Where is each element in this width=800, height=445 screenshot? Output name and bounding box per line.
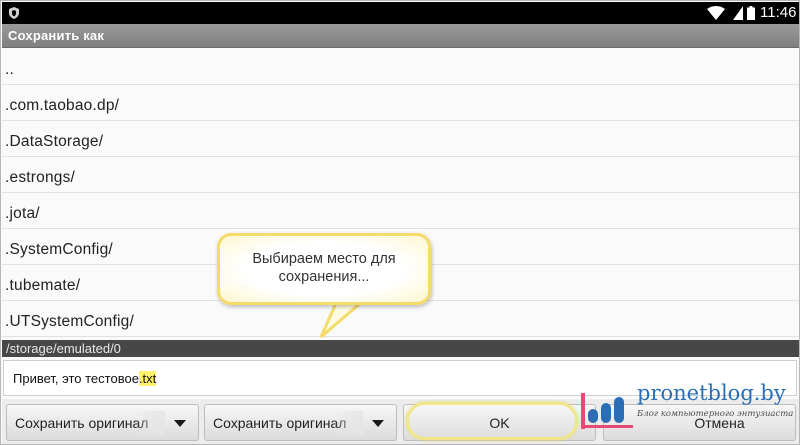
wifi-icon <box>707 6 725 20</box>
watermark-site-name: pronetblog.by <box>637 381 786 405</box>
list-item-label: .com.taobao.dp/ <box>5 97 120 114</box>
list-item-folder[interactable]: .com.taobao.dp/ <box>2 85 799 121</box>
current-path: /storage/emulated/0 <box>6 341 121 356</box>
shield-icon <box>9 7 19 19</box>
callout-line-1: Выбираем место для <box>252 251 396 267</box>
filename-base: Привет, это тестовое <box>13 371 139 386</box>
list-item-label: .tubemate/ <box>5 277 81 294</box>
save-original-dropdown-2[interactable]: Сохранить оригинал <box>204 404 397 441</box>
filename-extension: .txt <box>138 371 157 386</box>
site-watermark: pronetblog.by Блог компьютерного энтузиа… <box>579 381 799 444</box>
battery-icon <box>747 6 755 20</box>
save-original-dropdown-1[interactable]: Сохранить оригинал <box>6 404 199 441</box>
list-item-label: .jota/ <box>5 205 40 222</box>
list-item-folder[interactable]: .UTSystemConfig/ <box>2 301 799 337</box>
status-bar: 11:46 <box>2 2 799 24</box>
label-fade <box>135 411 165 435</box>
list-item-folder[interactable]: .DataStorage/ <box>2 121 799 157</box>
list-item-folder[interactable]: .estrongs/ <box>2 157 799 193</box>
watermark-tagline: Блог компьютерного энтузиаста <box>637 409 794 419</box>
dialog-title: Сохранить как <box>8 28 105 43</box>
current-path-bar: /storage/emulated/0 <box>2 340 799 357</box>
dropdown-caret-icon <box>372 420 384 427</box>
filename-text: Привет, это тестовое.txt <box>13 371 157 386</box>
status-time: 11:46 <box>760 4 797 21</box>
dropdown-caret-icon <box>174 420 186 427</box>
list-item-label: .SystemConfig/ <box>5 241 113 258</box>
callout-line-2: сохранения... <box>278 269 370 285</box>
blog-logo-icon <box>581 393 633 429</box>
list-item-folder[interactable]: .jota/ <box>2 193 799 229</box>
ok-highlight-annotation <box>406 402 578 440</box>
hint-callout: Выбираем место для сохранения... <box>217 233 431 305</box>
list-item-parent-directory[interactable]: .. <box>2 49 799 85</box>
label-fade <box>333 411 363 435</box>
signal-icon <box>733 6 743 20</box>
android-save-dialog-screen: 11:46 Сохранить как .. .com.taobao.dp/ .… <box>0 0 800 445</box>
list-item-label: .DataStorage/ <box>5 133 104 150</box>
dialog-title-bar: Сохранить как <box>2 24 799 48</box>
list-item-label: .. <box>5 61 15 78</box>
list-item-label: .estrongs/ <box>5 169 76 186</box>
callout-tail <box>319 301 367 339</box>
list-item-label: .UTSystemConfig/ <box>5 313 134 330</box>
callout-text: Выбираем место для сохранения... <box>220 250 428 286</box>
